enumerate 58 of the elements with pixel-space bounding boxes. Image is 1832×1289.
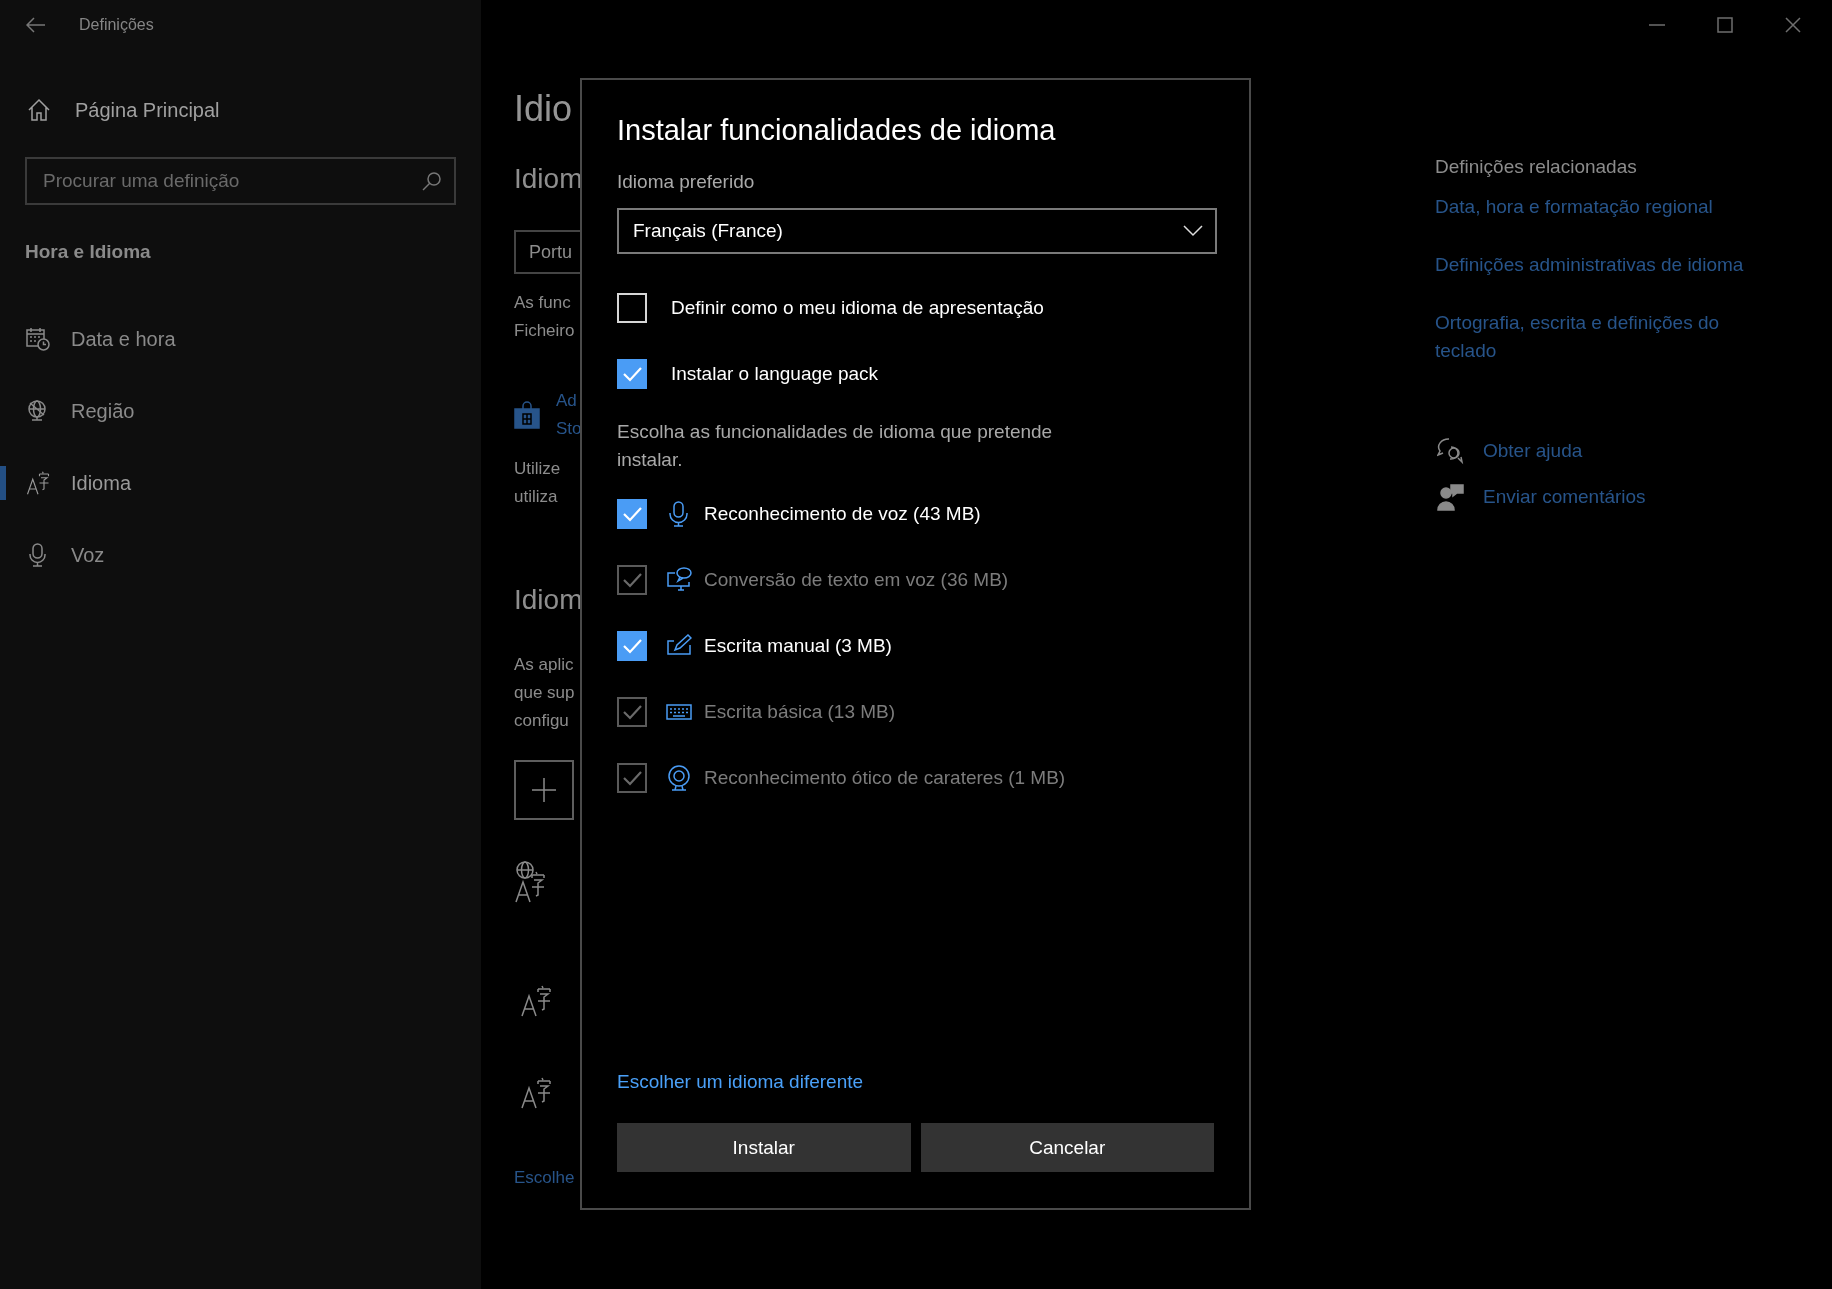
plus-icon: [531, 777, 557, 803]
back-button[interactable]: [26, 17, 46, 33]
language-icon: [520, 1076, 552, 1110]
keyboard-icon: [666, 703, 692, 721]
feature-label: Escrita manual (3 MB): [704, 635, 892, 657]
maximize-icon: [1717, 17, 1733, 33]
feature-label: Reconhecimento ótico de carateres (1 MB): [704, 767, 1066, 789]
paragraph-line: que sup: [514, 682, 575, 704]
back-arrow-icon: [26, 17, 46, 33]
instruction-text: Escolha as funcionalidades de idioma que pretende instalar.: [617, 420, 1054, 472]
cancel-button[interactable]: Cancelar: [920, 1123, 1214, 1172]
paragraph-line: As func: [514, 292, 572, 314]
checkbox[interactable]: [617, 359, 647, 389]
pen-pad-icon: [666, 634, 692, 658]
checkbox[interactable]: [617, 631, 647, 661]
paragraph-line: configu: [514, 710, 570, 732]
shopping-bag-icon: [514, 401, 540, 429]
chevron-down-icon: [1183, 225, 1203, 237]
install-button[interactable]: Instalar: [617, 1123, 911, 1172]
language-icon: [26, 470, 50, 496]
paragraph-line: utiliza: [514, 486, 559, 508]
nav-item[interactable]: Região: [0, 386, 481, 436]
section-heading: Definições relacionadas: [1435, 155, 1638, 179]
paragraph-line: Utilize: [514, 458, 561, 480]
feature-label: Escrita básica (13 MB): [704, 701, 896, 723]
home-link[interactable]: Página Principal: [0, 90, 481, 130]
home-icon: [27, 98, 51, 122]
window-title: Definições: [79, 16, 154, 34]
close-icon: [1785, 17, 1801, 33]
feature-label: Reconhecimento de voz (43 MB): [704, 503, 981, 525]
nav-item[interactable]: Data e hora: [0, 314, 481, 364]
feedback-person-icon: [1437, 483, 1465, 511]
section-heading: Hora e Idioma: [25, 240, 152, 264]
checkbox-label: Definir como o meu idioma de apresentação: [671, 297, 1044, 319]
monitor-speech-icon: [666, 567, 692, 593]
field-label: Idioma preferido: [617, 170, 756, 194]
section-heading: Idiom: [514, 583, 583, 617]
dialog-title: Instalar funcionalidades de idioma: [617, 113, 1057, 148]
minimize-icon: [1649, 24, 1665, 26]
feature-label: Conversão de texto em voz (36 MB): [704, 569, 1009, 591]
paragraph-line: As aplic: [514, 654, 575, 676]
language-dropdown[interactable]: Français (France): [617, 208, 1217, 254]
search-icon: [422, 171, 442, 191]
paragraph-line: Ficheiro: [514, 320, 575, 342]
search-field[interactable]: Procurar uma definição: [25, 157, 456, 205]
selection-indicator: [0, 466, 6, 500]
webcam-icon: [666, 765, 692, 791]
calendar-clock-icon: [26, 327, 50, 351]
checkbox-label: Instalar o language pack: [671, 363, 879, 385]
microphone-icon: [667, 501, 691, 527]
language-icon: [520, 984, 552, 1018]
nav-item[interactable]: Voz: [0, 530, 481, 580]
page-title: Idio: [514, 87, 573, 131]
link[interactable]: Escolher um idioma diferente: [617, 1070, 864, 1094]
add-button[interactable]: [514, 760, 574, 820]
checkbox[interactable]: [617, 499, 647, 529]
section-heading: Idiom: [514, 162, 583, 196]
nav-item[interactable]: Idioma: [0, 458, 481, 508]
